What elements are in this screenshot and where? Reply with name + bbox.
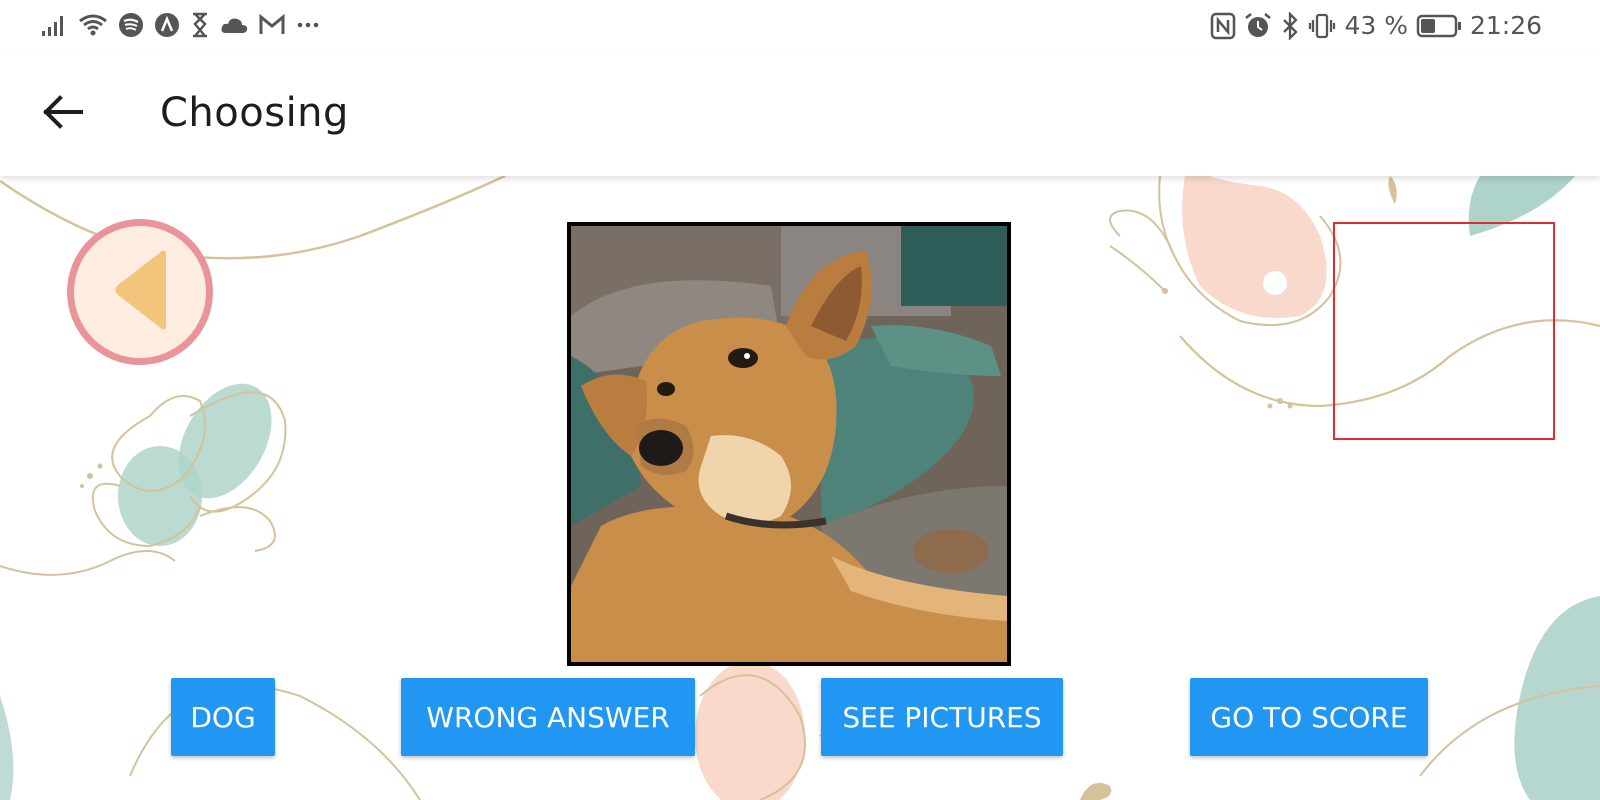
cloud-icon bbox=[220, 15, 248, 35]
status-bar: 43 % 21:26 bbox=[0, 0, 1600, 52]
see-pictures-button[interactable]: SEE PICTURES bbox=[821, 678, 1063, 756]
arrow-left-icon bbox=[41, 94, 83, 134]
app-logo-icon bbox=[154, 12, 180, 38]
target-drop-box bbox=[1333, 222, 1555, 440]
signal-icon bbox=[40, 13, 68, 37]
go-to-score-button[interactable]: GO TO SCORE bbox=[1190, 678, 1428, 756]
triangle-left-icon bbox=[108, 245, 172, 339]
more-dots-icon bbox=[296, 20, 320, 30]
gmail-icon bbox=[258, 14, 286, 36]
status-right-icons: 43 % 21:26 bbox=[1210, 10, 1542, 42]
wrong-answer-button[interactable]: WRONG ANSWER bbox=[401, 678, 695, 756]
alarm-icon bbox=[1244, 12, 1272, 40]
spotify-icon bbox=[118, 12, 144, 38]
hourglass-icon bbox=[190, 12, 210, 38]
dog-photo bbox=[567, 222, 1011, 666]
nfc-icon bbox=[1210, 12, 1236, 40]
battery-percentage: 43 % bbox=[1344, 11, 1408, 40]
bluetooth-icon bbox=[1280, 12, 1300, 40]
back-button[interactable] bbox=[34, 86, 90, 142]
page-title: Choosing bbox=[160, 90, 349, 136]
status-time: 21:26 bbox=[1469, 11, 1542, 40]
app-bar: Choosing bbox=[0, 52, 1600, 176]
vibrate-icon bbox=[1308, 12, 1336, 40]
previous-button[interactable] bbox=[67, 219, 213, 365]
dog-illustration bbox=[571, 226, 1007, 662]
dog-answer-button[interactable]: DOG bbox=[171, 678, 275, 756]
game-area: DOG WRONG ANSWER SEE PICTURES GO TO SCOR… bbox=[0, 176, 1600, 800]
status-left-icons bbox=[40, 12, 320, 38]
battery-icon bbox=[1416, 13, 1462, 39]
wifi-icon bbox=[78, 13, 108, 37]
